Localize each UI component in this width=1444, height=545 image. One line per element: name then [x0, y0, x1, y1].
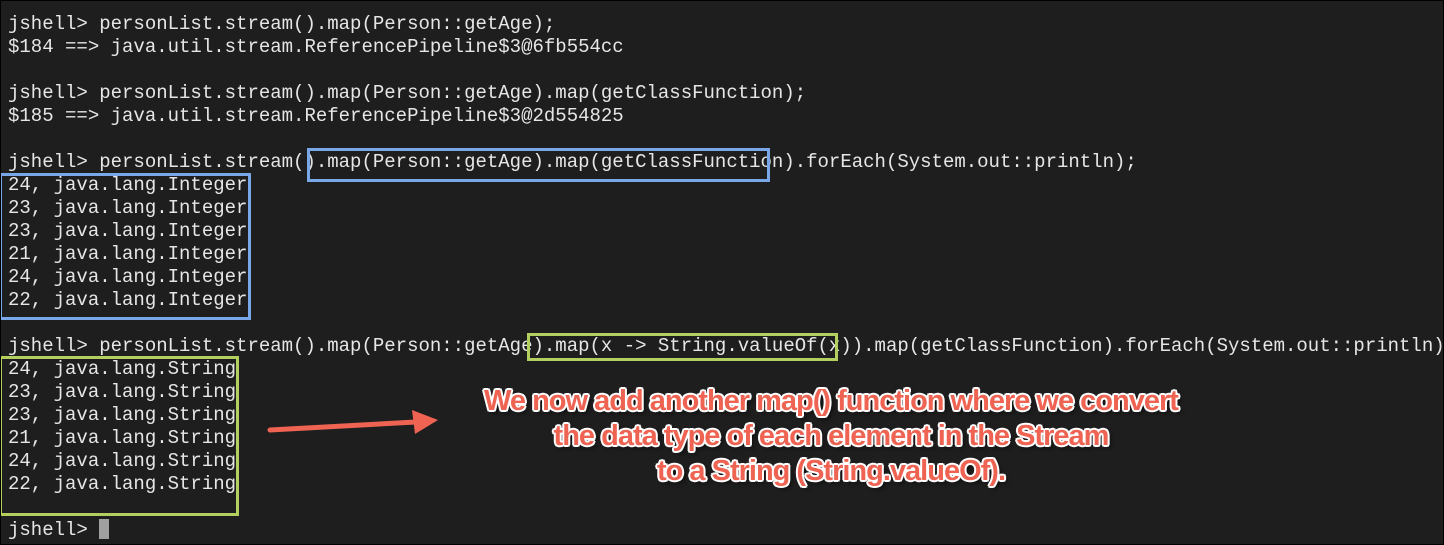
cursor — [99, 519, 110, 539]
prompt-line: jshell> — [8, 519, 1443, 542]
output-line: $184 ==> java.util.stream.ReferencePipel… — [8, 36, 624, 58]
output-line: $185 ==> java.util.stream.ReferencePipel… — [8, 105, 624, 127]
highlight-string-output-box — [1, 356, 239, 516]
prompt-line: jshell> personList.stream().map(Person::… — [8, 82, 807, 104]
annotation-line-1: We now add another map() function where … — [484, 385, 1179, 417]
highlight-map-getclass-box — [307, 148, 770, 182]
annotation-line-3: to a String (String.valueOf). — [656, 455, 1006, 487]
annotation-line-2: the data type of each element in the Str… — [553, 420, 1110, 452]
highlight-map-valueof-box — [527, 333, 838, 361]
annotation-text: We now add another map() function where … — [431, 384, 1231, 489]
prompt-line: jshell> personList.stream().map(Person::… — [8, 13, 556, 35]
terminal-window[interactable]: jshell> personList.stream().map(Person::… — [0, 0, 1444, 545]
highlight-integer-output-box — [1, 173, 251, 320]
arrow-icon — [267, 410, 438, 434]
